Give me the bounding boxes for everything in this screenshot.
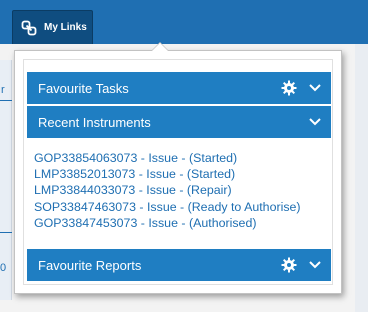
chevron-down-icon[interactable]: [308, 115, 322, 129]
favourite-reports-title: Favourite Reports: [38, 257, 142, 273]
my-links-button[interactable]: My Links: [12, 10, 93, 44]
gear-icon[interactable]: [280, 256, 298, 274]
my-links-popup: Favourite Tasks Recent Instruments GOP33…: [14, 42, 342, 294]
favourite-tasks-header[interactable]: Favourite Tasks: [27, 72, 331, 104]
recent-instruments-list: GOP33854063073 - Issue - (Started) LMP33…: [34, 150, 334, 231]
list-item[interactable]: GOP33854063073 - Issue - (Started): [34, 150, 334, 166]
app-partial-text: r: [1, 84, 5, 96]
popup-caret-fill: [152, 43, 168, 51]
app-partial-text: 0: [0, 262, 7, 274]
link-icon: [20, 19, 38, 37]
app-divider: [0, 232, 12, 233]
chevron-down-icon[interactable]: [308, 258, 322, 272]
recent-instruments-title: Recent Instruments: [38, 114, 151, 130]
list-item[interactable]: LMP33852013073 - Issue - (Started): [34, 166, 334, 182]
list-item[interactable]: GOP33847453073 - Issue - (Authorised): [34, 215, 334, 231]
favourite-reports-header[interactable]: Favourite Reports: [27, 249, 331, 281]
list-item[interactable]: SOP33847463073 - Issue - (Ready to Autho…: [34, 199, 334, 215]
favourite-tasks-title: Favourite Tasks: [38, 80, 129, 96]
recent-instruments-header[interactable]: Recent Instruments: [27, 106, 331, 138]
app-right-edge: [355, 44, 368, 312]
gear-icon[interactable]: [280, 79, 298, 97]
my-links-label: My Links: [44, 22, 87, 33]
app-divider: [0, 100, 12, 101]
chevron-down-icon[interactable]: [308, 81, 322, 95]
list-item[interactable]: LMP33844033073 - Issue - (Repair): [34, 182, 334, 198]
